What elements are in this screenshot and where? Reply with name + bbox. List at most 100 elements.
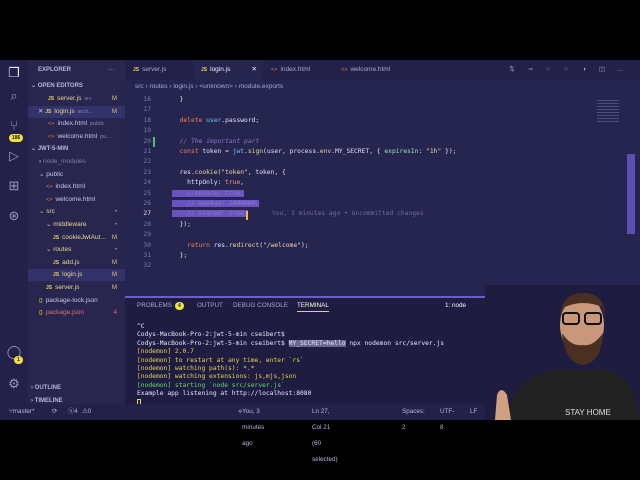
terminal-token: [nodemon] to restart at any time, enter … bbox=[137, 356, 304, 364]
open-editor-item[interactable]: JS server.js src M bbox=[28, 93, 125, 105]
js-file-icon: JS bbox=[48, 96, 55, 102]
tree-item[interactable]: ⌄ public bbox=[28, 169, 125, 181]
html-file-icon: <> bbox=[271, 67, 278, 73]
line-number: 29 bbox=[143, 231, 151, 239]
tab-welcome-html[interactable]: <> welcome.html bbox=[333, 60, 413, 80]
git-status: M bbox=[112, 285, 117, 291]
file-path: src bbox=[84, 96, 92, 102]
open-editors-label: OPEN EDITORS bbox=[37, 83, 83, 89]
panel-tab-problems[interactable]: PROBLEMS bbox=[137, 302, 172, 309]
code-token: } bbox=[172, 96, 184, 103]
file-name: server.js bbox=[55, 284, 80, 291]
minimap[interactable] bbox=[595, 94, 635, 294]
outline-header[interactable]: › OUTLINE bbox=[31, 382, 128, 394]
code-line[interactable]: // maxAge: 1000000, bbox=[172, 200, 260, 207]
tree-item[interactable]: JS add.js M bbox=[28, 257, 125, 269]
tree-item[interactable]: ⌄ src • bbox=[28, 206, 125, 218]
breadcrumb-item[interactable]: module.exports bbox=[239, 83, 283, 90]
open-editor-item[interactable]: ✕ JS login.js src/r... M bbox=[28, 105, 125, 118]
code-line[interactable]: delete user.password; bbox=[172, 116, 260, 124]
source-control-icon[interactable]: ⑂ bbox=[6, 118, 22, 134]
sync-icon[interactable]: ⟳ bbox=[52, 404, 57, 420]
panel-tab-terminal[interactable]: TERMINAL bbox=[297, 302, 329, 312]
open-editor-item[interactable]: <> welcome.html pu... bbox=[28, 131, 125, 143]
tree-item[interactable]: JS login.js M bbox=[28, 269, 125, 282]
encoding-status-text: UTF-8 bbox=[440, 408, 455, 431]
files-icon[interactable]: ❐ bbox=[6, 65, 22, 81]
code-token: token = bbox=[202, 148, 233, 155]
tree-item[interactable]: ⌄ routes • bbox=[28, 244, 125, 256]
code-line[interactable]: // signed: true, bbox=[172, 210, 248, 218]
terminal-line: [nodemon] starting `node src/server.js` bbox=[137, 382, 444, 390]
terminal-token: [nodemon] watching path(s): *.* bbox=[137, 365, 255, 373]
more-actions-icon[interactable]: … bbox=[613, 60, 627, 80]
breadcrumb-item[interactable]: src bbox=[135, 83, 144, 90]
code-token: delete bbox=[172, 116, 207, 124]
split-editor-icon[interactable]: ◫ bbox=[595, 60, 609, 80]
go-previous-change-icon[interactable]: ⊸ bbox=[523, 60, 537, 80]
tree-item[interactable]: <> index.html bbox=[28, 181, 125, 193]
code-line[interactable]: httpOnly: true, bbox=[172, 179, 244, 186]
line-number: 25 bbox=[143, 189, 151, 197]
git-status: M bbox=[112, 234, 117, 241]
branch-status[interactable]: ⑂ master* bbox=[9, 404, 34, 420]
code-token: res. bbox=[172, 168, 195, 176]
file-name: cookieJwtAut... bbox=[62, 233, 106, 241]
js-file-icon: JS bbox=[53, 234, 60, 241]
open-editors-header[interactable]: ⌄ OPEN EDITORS bbox=[31, 80, 128, 92]
tab-index-html[interactable]: <> index.html bbox=[263, 60, 333, 80]
close-icon[interactable]: ✕ bbox=[252, 60, 257, 80]
breadcrumb-item[interactable]: routes bbox=[149, 83, 167, 90]
problems-status[interactable]: ⓧ 4 bbox=[68, 404, 78, 420]
code-token: "/welcome" bbox=[263, 241, 301, 249]
line-number: 20 bbox=[143, 137, 151, 145]
breadcrumb-item[interactable]: login.js bbox=[173, 83, 193, 90]
panel-tab-debug-console[interactable]: DEBUG CONSOLE bbox=[233, 302, 288, 309]
git-graph-icon[interactable]: ⊛ bbox=[6, 208, 22, 224]
code-line[interactable]: }); bbox=[172, 221, 191, 228]
git-status: • bbox=[114, 247, 117, 254]
terminal-output[interactable]: ^C Codys-MacBook-Pro-2:jwt-5-min cseibert… bbox=[137, 323, 444, 406]
code-line[interactable]: } bbox=[172, 96, 184, 103]
panel-tab-output[interactable]: OUTPUT bbox=[197, 302, 223, 309]
code-line[interactable]: const token = jwt.sign(user, process.env… bbox=[172, 148, 457, 155]
go-next-icon[interactable]: ○ bbox=[559, 60, 573, 80]
code-line[interactable]: //secure: true, bbox=[172, 189, 245, 197]
file-name: package-lock.json bbox=[45, 296, 98, 304]
code-editor[interactable]: 16 } 17 18 delete user.password; 19 20 // Th… bbox=[125, 94, 595, 294]
code-line[interactable]: // The important part bbox=[172, 138, 260, 145]
breadcrumb: src › routes › login.js › <unknown> › mo… bbox=[135, 81, 283, 93]
tree-item[interactable]: JS cookieJwtAut... M bbox=[28, 232, 125, 244]
breadcrumb-item[interactable]: <unknown> bbox=[199, 83, 233, 90]
tree-item[interactable]: {} package.json 4 bbox=[28, 307, 125, 319]
tree-item[interactable]: ⌄ middleware • bbox=[28, 219, 125, 231]
toggle-inline-icon[interactable]: ◑ bbox=[577, 60, 591, 80]
tab-login-js[interactable]: JS login.js ✕ bbox=[193, 60, 263, 80]
terminal-selector[interactable]: 1: node bbox=[445, 302, 466, 309]
gear-icon[interactable]: ⚙ bbox=[6, 376, 22, 392]
file-name: src bbox=[46, 208, 55, 216]
code-line[interactable]: res.cookie("token", token, { bbox=[172, 169, 286, 176]
project-header[interactable]: ⌄ JWT-5-MIN bbox=[31, 143, 128, 155]
tree-item[interactable]: › node_modules bbox=[28, 156, 125, 168]
open-editor-item[interactable]: <> index.html public bbox=[28, 118, 125, 130]
code-line[interactable]: }; bbox=[172, 252, 188, 259]
extensions-icon[interactable]: ⊞ bbox=[6, 178, 22, 194]
blame-status[interactable]: ⟡ You, 3 minutes ago bbox=[238, 404, 264, 447]
search-icon[interactable]: ⌕ bbox=[6, 88, 22, 104]
open-changes-icon[interactable]: ⇅ bbox=[505, 60, 519, 80]
tree-item[interactable]: <> welcome.html bbox=[28, 194, 125, 206]
more-actions-icon[interactable]: ··· bbox=[108, 64, 122, 76]
tree-item[interactable]: {} package-lock.json bbox=[28, 295, 125, 307]
js-file-icon: JS bbox=[46, 285, 53, 291]
shirt-text: STAY HOME bbox=[565, 408, 611, 417]
tab-server-js[interactable]: JS server.js bbox=[125, 60, 193, 80]
go-prev-icon[interactable]: ○ bbox=[541, 60, 555, 80]
run-debug-icon[interactable]: ▷ bbox=[6, 148, 22, 164]
scrollbar[interactable] bbox=[627, 154, 635, 234]
tree-item[interactable]: JS server.js M bbox=[28, 282, 125, 294]
code-line[interactable]: return res.redirect("/welcome"); bbox=[172, 241, 308, 249]
terminal-line: [nodemon] watching extensions: js,mjs,js… bbox=[137, 373, 444, 381]
warnings-status[interactable]: ⚠ 0 bbox=[82, 404, 91, 420]
code-token: , token, { bbox=[247, 168, 286, 176]
